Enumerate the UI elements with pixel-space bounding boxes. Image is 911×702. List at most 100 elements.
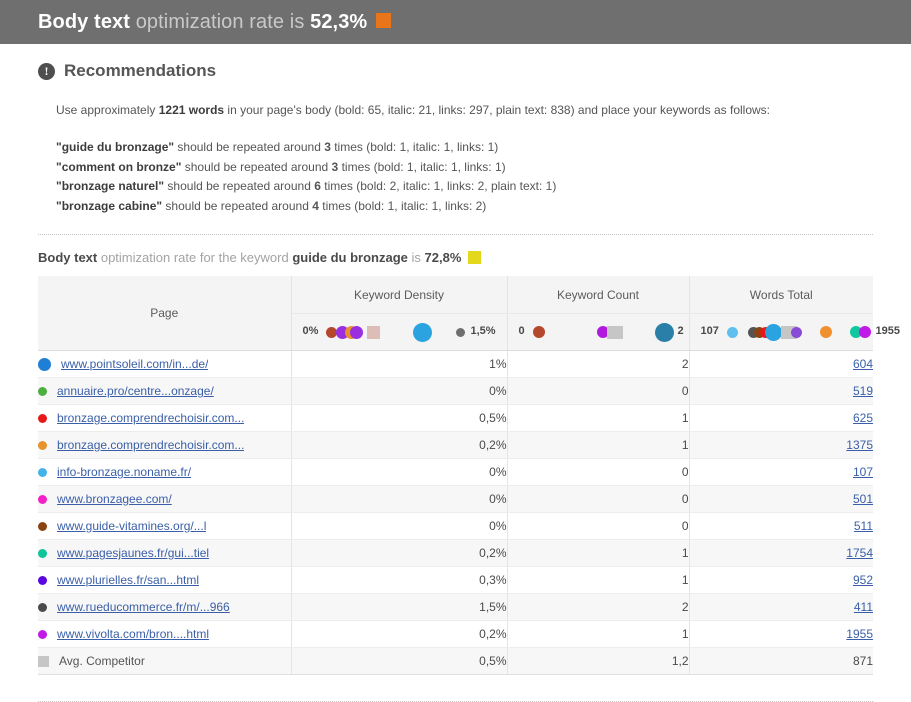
words-total-link[interactable]: 511 bbox=[854, 519, 873, 533]
column-header-keyword-count[interactable]: Keyword Count bbox=[506, 276, 690, 315]
words-total-link[interactable]: 1754 bbox=[846, 546, 873, 560]
rec-text-b-3: times (bold: 1, italic: 1, links: 2) bbox=[318, 198, 487, 213]
rec-text-a-3: should be repeated around bbox=[162, 198, 313, 213]
table-cell-keyword-count: 1 bbox=[506, 431, 690, 460]
intro-word-count: 1221 words bbox=[158, 103, 225, 117]
column-header-words-total[interactable]: Words Total bbox=[688, 276, 873, 315]
exclamation-circle-icon: ! bbox=[38, 62, 55, 80]
series-marker-dot-icon bbox=[38, 575, 47, 585]
words-total-link[interactable]: 411 bbox=[854, 600, 873, 614]
recommendations-section: ! Recommendations Use approximately 1221… bbox=[0, 44, 911, 216]
scale-words-total: 107 1955 bbox=[688, 313, 900, 352]
rec-count-3: 4 bbox=[312, 198, 319, 213]
scale-count-square-avg-competitor bbox=[606, 326, 623, 340]
page-cell-content: www.pointsoleil.com/in...de/ bbox=[38, 357, 291, 371]
table-cell-keyword-count: 1,2 bbox=[506, 647, 690, 676]
table-cell-words-total: 1754 bbox=[688, 539, 873, 568]
table-cell-page: Avg. Competitor bbox=[38, 647, 292, 676]
page-url-link[interactable]: www.pointsoleil.com/in...de/ bbox=[61, 357, 208, 371]
scale-dot-highlight-blue bbox=[412, 323, 432, 343]
page-cell-content: bronzage.comprendrechoisir.com... bbox=[38, 438, 291, 452]
column-header-page[interactable]: Page bbox=[38, 276, 292, 352]
page-url-link[interactable]: bronzage.comprendrechoisir.com... bbox=[57, 438, 244, 452]
words-total-link[interactable]: 1955 bbox=[846, 627, 873, 641]
table-cell-words-total: 625 bbox=[688, 404, 873, 433]
scale-words-dot-orange bbox=[819, 326, 832, 339]
table-cell-page: www.pagesjaunes.fr/gui...tiel bbox=[38, 539, 292, 568]
scale-words-dot-violet bbox=[790, 327, 802, 339]
rec-text-a-2: should be repeated around bbox=[164, 179, 315, 193]
page-url-link[interactable]: www.rueducommerce.fr/m/...966 bbox=[57, 600, 230, 614]
words-total-link[interactable]: 107 bbox=[853, 465, 873, 479]
subtitle-muted-2: is bbox=[407, 250, 425, 265]
series-marker-dot-icon bbox=[38, 602, 47, 612]
table-cell-page: annuaire.pro/centre...onzage/ bbox=[38, 377, 292, 406]
table-cell-words-total: 411 bbox=[688, 593, 873, 622]
keyword-rate-color-swatch bbox=[468, 251, 482, 265]
page-url-link[interactable]: www.vivolta.com/bron....html bbox=[57, 627, 209, 641]
page-url-link[interactable]: www.plurielles.fr/san...html bbox=[57, 573, 199, 587]
recommendations-intro: Use approximately 1221 words in your pag… bbox=[56, 102, 873, 118]
table-cell-keyword-density: 0,2% bbox=[290, 620, 508, 649]
table-cell-words-total: 519 bbox=[688, 377, 873, 406]
scale-count-max-label: 2 bbox=[677, 325, 684, 338]
table-row: info-bronzage.noname.fr/0% 0 107 bbox=[38, 458, 873, 487]
series-marker-dot-icon bbox=[38, 494, 47, 504]
scale-track-density: 0% 1,5% bbox=[302, 322, 496, 343]
table-cell-page: bronzage.comprendrechoisir.com... bbox=[38, 404, 292, 433]
table-cell-words-total: 604 bbox=[688, 350, 873, 379]
table-cell-keyword-count: 1 bbox=[506, 404, 690, 433]
table-cell-keyword-density: 0,5% bbox=[290, 647, 508, 676]
scale-count-min-label: 0 bbox=[518, 325, 525, 338]
column-header-keyword-density[interactable]: Keyword Density bbox=[290, 276, 508, 315]
table-cell-keyword-density: 1% bbox=[290, 350, 508, 379]
scale-density-min-label: 0% bbox=[302, 325, 319, 338]
table-cell-keyword-count: 0 bbox=[506, 458, 690, 487]
table-cell-words-total: 511 bbox=[688, 512, 873, 541]
series-marker-dot-icon bbox=[38, 467, 47, 477]
table-cell-page: www.plurielles.fr/san...html bbox=[38, 566, 292, 595]
keyword-metrics-table: Page Keyword Density Keyword Count Words… bbox=[38, 276, 900, 676]
recommendation-item: "guide du bronzage" should be repeated a… bbox=[56, 138, 873, 158]
recommendation-item: "comment on bronze" should be repeated a… bbox=[56, 158, 873, 178]
words-total-link[interactable]: 1375 bbox=[846, 438, 873, 452]
series-marker-dot-icon bbox=[38, 629, 47, 639]
scale-keyword-count: 0 2 bbox=[506, 313, 690, 352]
table-cell-page: bronzage.comprendrechoisir.com... bbox=[38, 431, 292, 460]
words-total-link[interactable]: 501 bbox=[853, 492, 873, 506]
table-cell-words-total: 107 bbox=[688, 458, 873, 487]
page-url-link[interactable]: annuaire.pro/centre...onzage/ bbox=[57, 384, 214, 398]
page-cell-content: www.bronzagee.com/ bbox=[38, 492, 291, 506]
rec-count-2: 6 bbox=[314, 179, 321, 193]
page-url-link[interactable]: www.pagesjaunes.fr/gui...tiel bbox=[57, 546, 209, 560]
page-header-bar: Body text optimization rate is 52,3% bbox=[0, 0, 911, 44]
page-cell-content: www.pagesjaunes.fr/gui...tiel bbox=[38, 546, 291, 560]
page-url-link[interactable]: www.guide-vitamines.org/...l bbox=[57, 519, 206, 533]
table-row: bronzage.comprendrechoisir.com... 0,5% 1 62… bbox=[38, 404, 873, 433]
table-cell-keyword-density: 0,2% bbox=[290, 431, 508, 460]
words-total-link[interactable]: 519 bbox=[853, 384, 873, 398]
page-url-link[interactable]: www.bronzagee.com/ bbox=[57, 492, 172, 506]
rate-color-swatch bbox=[376, 12, 392, 28]
table-cell-keyword-count: 0 bbox=[506, 377, 690, 406]
page-url-link[interactable]: info-bronzage.noname.fr/ bbox=[57, 465, 191, 479]
page-title-strong: Body text bbox=[38, 10, 131, 33]
table-header-row-titles: Page Keyword Density Keyword Count Words… bbox=[38, 276, 873, 352]
scale-words-max-label: 1955 bbox=[875, 325, 900, 338]
series-marker-dot-icon bbox=[38, 548, 47, 558]
scale-track-count: 0 2 bbox=[518, 322, 684, 343]
table-cell-words-total: 1955 bbox=[688, 620, 873, 649]
table-cell-words-total: 1375 bbox=[688, 431, 873, 460]
series-marker-dot-icon bbox=[38, 440, 47, 450]
rec-count-0: 3 bbox=[324, 140, 331, 154]
rec-text-a-0: should be repeated around bbox=[174, 140, 325, 154]
subtitle-strong-1: Body text bbox=[38, 250, 98, 265]
words-total-link[interactable]: 625 bbox=[853, 411, 873, 425]
page-cell-content: www.rueducommerce.fr/m/...966 bbox=[38, 600, 291, 614]
words-total-link[interactable]: 952 bbox=[853, 573, 873, 587]
page-title-muted: optimization rate is bbox=[130, 10, 311, 33]
words-total-link[interactable]: 604 bbox=[853, 357, 873, 371]
page-url-link[interactable]: bronzage.comprendrechoisir.com... bbox=[57, 411, 244, 425]
table-cell-keyword-density: 1,5% bbox=[290, 593, 508, 622]
table-row: www.bronzagee.com/0% 0 501 bbox=[38, 485, 873, 514]
